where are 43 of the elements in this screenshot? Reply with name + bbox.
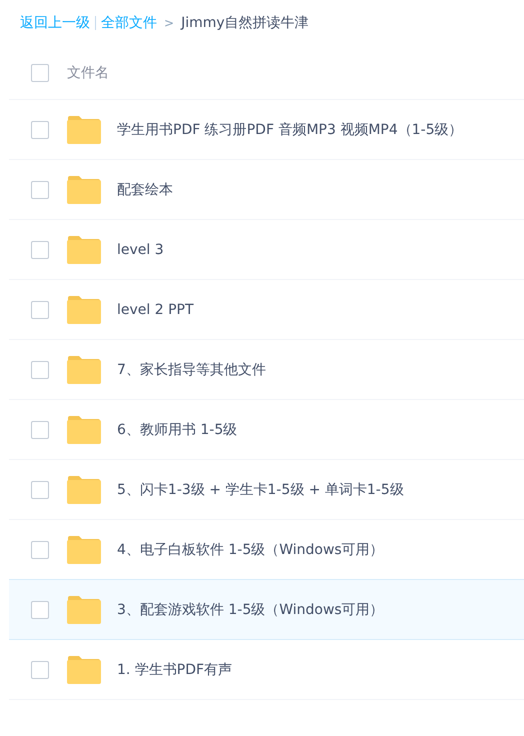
file-row[interactable]: 7、家长指导等其他文件: [9, 340, 524, 400]
row-checkbox[interactable]: [31, 540, 49, 558]
folder-icon: [67, 176, 101, 204]
folder-icon: [67, 656, 101, 684]
file-row[interactable]: 配套绘本: [9, 160, 524, 220]
folder-name: 1. 学生书PDF有声: [117, 660, 232, 678]
folder-name: 配套绘本: [117, 180, 173, 198]
folder-icon: [67, 536, 101, 564]
folder-name: 4、电子白板软件 1-5级（Windows可用）: [117, 540, 384, 558]
folder-name: level 2 PPT: [117, 302, 194, 318]
folder-name: 学生用书PDF 练习册PDF 音频MP3 视频MP4（1-5级）: [117, 120, 463, 138]
file-row[interactable]: 学生用书PDF 练习册PDF 音频MP3 视频MP4（1-5级）: [9, 100, 524, 160]
file-row[interactable]: level 2 PPT: [9, 280, 524, 340]
folder-icon: [67, 476, 101, 504]
row-checkbox[interactable]: [31, 300, 49, 318]
row-checkbox[interactable]: [31, 660, 49, 678]
row-checkbox[interactable]: [31, 240, 49, 258]
folder-name: 6、教师用书 1-5级: [117, 420, 238, 438]
folder-name: level 3: [117, 242, 164, 258]
folder-icon: [67, 416, 101, 444]
file-row[interactable]: 3、配套游戏软件 1-5级（Windows可用）: [9, 579, 524, 640]
folder-icon: [67, 596, 101, 624]
current-folder-title: Jimmy自然拼读牛津: [181, 14, 309, 32]
folder-icon: [67, 296, 101, 324]
row-checkbox[interactable]: [31, 600, 49, 618]
row-checkbox[interactable]: [31, 180, 49, 198]
folder-icon: [67, 116, 101, 144]
file-row[interactable]: level 3: [9, 220, 524, 280]
row-checkbox[interactable]: [31, 480, 49, 498]
row-checkbox[interactable]: [31, 420, 49, 438]
row-checkbox[interactable]: [31, 120, 49, 138]
folder-name: 7、家长指导等其他文件: [117, 360, 266, 378]
folder-name: 3、配套游戏软件 1-5级（Windows可用）: [117, 600, 384, 618]
select-all-checkbox[interactable]: [31, 64, 49, 82]
breadcrumb-separator: >: [164, 16, 174, 30]
row-checkbox[interactable]: [31, 360, 49, 378]
file-row[interactable]: 6、教师用书 1-5级: [9, 400, 524, 460]
column-header: 文件名: [67, 64, 109, 82]
folder-icon: [67, 236, 101, 264]
file-row[interactable]: 1. 学生书PDF有声: [9, 640, 524, 700]
file-row[interactable]: 5、闪卡1-3级 + 学生卡1-5级 + 单词卡1-5级: [9, 460, 524, 520]
folder-name: 5、闪卡1-3级 + 学生卡1-5级 + 单词卡1-5级: [117, 480, 404, 498]
folder-icon: [67, 356, 101, 384]
